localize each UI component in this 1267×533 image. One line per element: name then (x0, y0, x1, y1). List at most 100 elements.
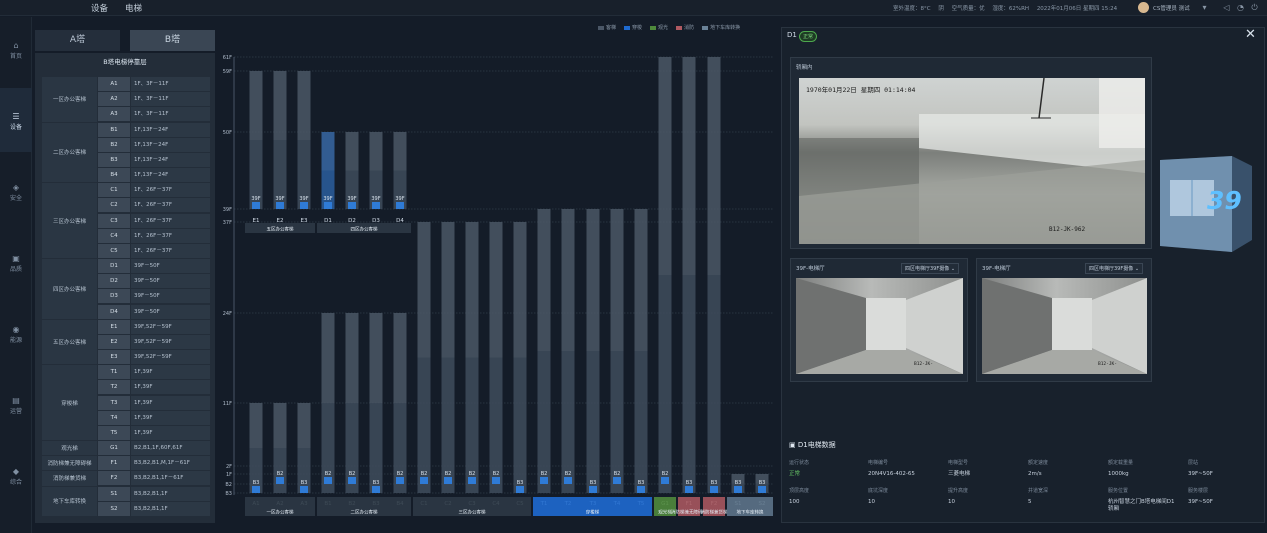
table-row[interactable]: A1 1F、3F－11F (98, 77, 210, 91)
elevator-code: D2 (98, 274, 130, 289)
elevator-shaft-highlight (561, 209, 575, 351)
camera-timestamp: 1970年01月22日 星期四 01:14:04 (806, 86, 916, 94)
elevator-car-floor-label: B2 (421, 471, 428, 477)
group-label: 观光梯 (42, 441, 97, 456)
car-camera-feed[interactable]: 1970年01月22日 星期四 01:14:04 B12-JK-962 (799, 78, 1145, 244)
elevator-car-floor-label: B2 (277, 471, 284, 477)
stop-floors: B3,B2,B1,1F－61F (131, 471, 210, 486)
elevator-car (348, 477, 356, 484)
elevator-shaft-highlight (273, 71, 287, 140)
chevron-down-icon[interactable]: ▾ (1200, 3, 1209, 12)
power-icon[interactable]: ⏻ (1250, 3, 1259, 12)
close-icon[interactable]: ✕ (1245, 27, 1256, 42)
air-quality: 空气质量：优 (951, 6, 985, 12)
table-row[interactable]: T1 1F,39F (98, 365, 210, 380)
stop-floors: 1F、26F－37F (131, 213, 210, 228)
table-row[interactable]: B2 1F,13F－24F (98, 137, 210, 152)
elevator-car (540, 477, 548, 484)
volume-icon[interactable]: ◁ (1222, 3, 1231, 12)
breadcrumb-device[interactable]: 设备 (91, 2, 108, 14)
table-row[interactable]: A3 1F、3F－11F (98, 107, 210, 122)
hall-scene (796, 278, 963, 374)
table-row[interactable]: B3 1F,13F－24F (98, 152, 210, 167)
hall-camera-feed[interactable]: B12-JK- (982, 278, 1147, 374)
table-row[interactable]: T4 1F,39F (98, 410, 210, 425)
elevator-shaft-highlight (707, 57, 721, 275)
axis-tick-label: 1F (226, 472, 232, 478)
sidebar-item[interactable]: ▤ 运营 (0, 372, 32, 436)
table-row[interactable]: E1 39F,52F－59F (98, 319, 210, 334)
elevator-car (613, 477, 621, 484)
table-row[interactable]: C4 1F、26F－37F (98, 228, 210, 243)
top-bar: 设备 电梯 室外温度：8°C 阴 空气质量：优 湿度：62%RH 2022年01… (0, 0, 1267, 16)
tab-tower-a[interactable]: A塔 (35, 30, 120, 51)
breadcrumb-elevator[interactable]: 电梯 (125, 2, 142, 14)
table-row[interactable]: F2 B3,B2,B1,1F－61F (98, 471, 210, 486)
sidebar-item[interactable]: ◆ 综合 (0, 443, 32, 507)
data-value: 5 (1028, 499, 1032, 505)
elevator-chart: 61F59F50F39F37F24F11F2F1FB2B339FE139FE23… (223, 55, 773, 516)
elevator-shaft-highlight (297, 403, 311, 448)
sidebar-item[interactable]: ▣ 品质 (0, 230, 32, 294)
table-row[interactable]: C2 1F、26F－37F (98, 198, 210, 213)
group-label: 三区办公客梯 (42, 183, 97, 259)
elevator-shaft-highlight (345, 132, 359, 171)
group-label-text: 四区办公客梯 (351, 226, 378, 233)
table-row[interactable]: C5 1F、26F－37F (98, 243, 210, 258)
dashboard-icon: ◆ (12, 467, 20, 476)
group-label: 四区办公客梯 (42, 259, 97, 319)
elevator-data-title-text: D1电梯数据 (797, 441, 836, 449)
table-row[interactable]: D3 39F－50F (98, 289, 210, 304)
sidebar-item[interactable]: ⌂ 首页 (0, 17, 32, 81)
table-row[interactable]: B4 1F,13F－24F (98, 168, 210, 183)
table-row[interactable]: D1 39F－50F (98, 259, 210, 274)
elevator-code: A1 (98, 77, 130, 91)
table-row[interactable]: F1 B3,B2,B1,M,1F－61F (98, 456, 210, 471)
user-name[interactable]: CS管理员 测试 (1153, 4, 1190, 12)
elevator-car (324, 202, 332, 209)
elevator-car (324, 477, 332, 484)
sidebar-item-label: 能源 (9, 337, 22, 344)
panel-title: D1 (787, 31, 797, 39)
quality-icon: ▣ (12, 254, 20, 263)
hall-camera-title: 39F-电梯厅 (982, 266, 1011, 272)
sidebar-item[interactable]: ◈ 安全 (0, 159, 32, 223)
hall-camera-select[interactable]: 四区电梯厅39F摄像 ⌄ (901, 263, 960, 274)
sidebar-item-label: 品质 (9, 266, 22, 273)
tab-tower-b[interactable]: B塔 (130, 30, 215, 51)
elevator-car (758, 486, 766, 493)
table-row[interactable]: S2 B3,B2,B1,1F (98, 501, 210, 516)
sidebar-item-label: 综合 (9, 479, 22, 486)
table-row[interactable]: T3 1F,39F (98, 395, 210, 410)
table-row[interactable]: T5 1F,39F (98, 425, 210, 440)
table-row[interactable]: A2 1F、3F－11F (98, 92, 210, 107)
table-row[interactable]: T2 1F,39F (98, 380, 210, 395)
sidebar-item[interactable]: ☰ 设备 (0, 88, 32, 152)
stop-floors: B3,B2,B1,1F (131, 486, 210, 501)
table-row[interactable]: C1 1F、26F－37F (98, 183, 210, 198)
table-row[interactable]: B1 1F,13F－24F (98, 122, 210, 137)
hall-camera-select[interactable]: 四区电梯厅39F摄像 ⌄ (1085, 263, 1144, 274)
stop-floors: 1F,39F (131, 425, 210, 440)
table-row[interactable]: D2 39F－50F (98, 274, 210, 289)
sidebar-item[interactable]: ◉ 能源 (0, 301, 32, 365)
stop-floors: 1F、26F－37F (131, 243, 210, 258)
table-row[interactable]: E3 39F,52F－59F (98, 350, 210, 365)
table-row[interactable]: C3 1F、26F－37F (98, 213, 210, 228)
stop-floors: 1F、26F－37F (131, 228, 210, 243)
user-avatar[interactable] (1138, 2, 1149, 13)
data-label: 运行状态 (789, 460, 810, 466)
table-row[interactable]: S1 B3,B2,B1,1F (98, 486, 210, 501)
elevator-car (492, 477, 500, 484)
elevator-car (661, 477, 669, 484)
car-camera-title: 轿厢内 (796, 65, 813, 71)
hall-camera-feed[interactable]: B12-JK- (796, 278, 963, 374)
elevator-car-floor-label: B2 (325, 471, 332, 477)
table-row[interactable]: E2 39F,52F－59F (98, 334, 210, 349)
bell-icon[interactable]: ◔ (1236, 3, 1245, 12)
table-row[interactable]: G1 B2,B1,1F,60F,61F (98, 441, 210, 456)
elevator-car (516, 486, 524, 493)
group-label-text: 一区办公客梯 (267, 509, 294, 516)
operation-icon: ▤ (12, 396, 20, 405)
table-row[interactable]: D4 39F－50F (98, 304, 210, 319)
